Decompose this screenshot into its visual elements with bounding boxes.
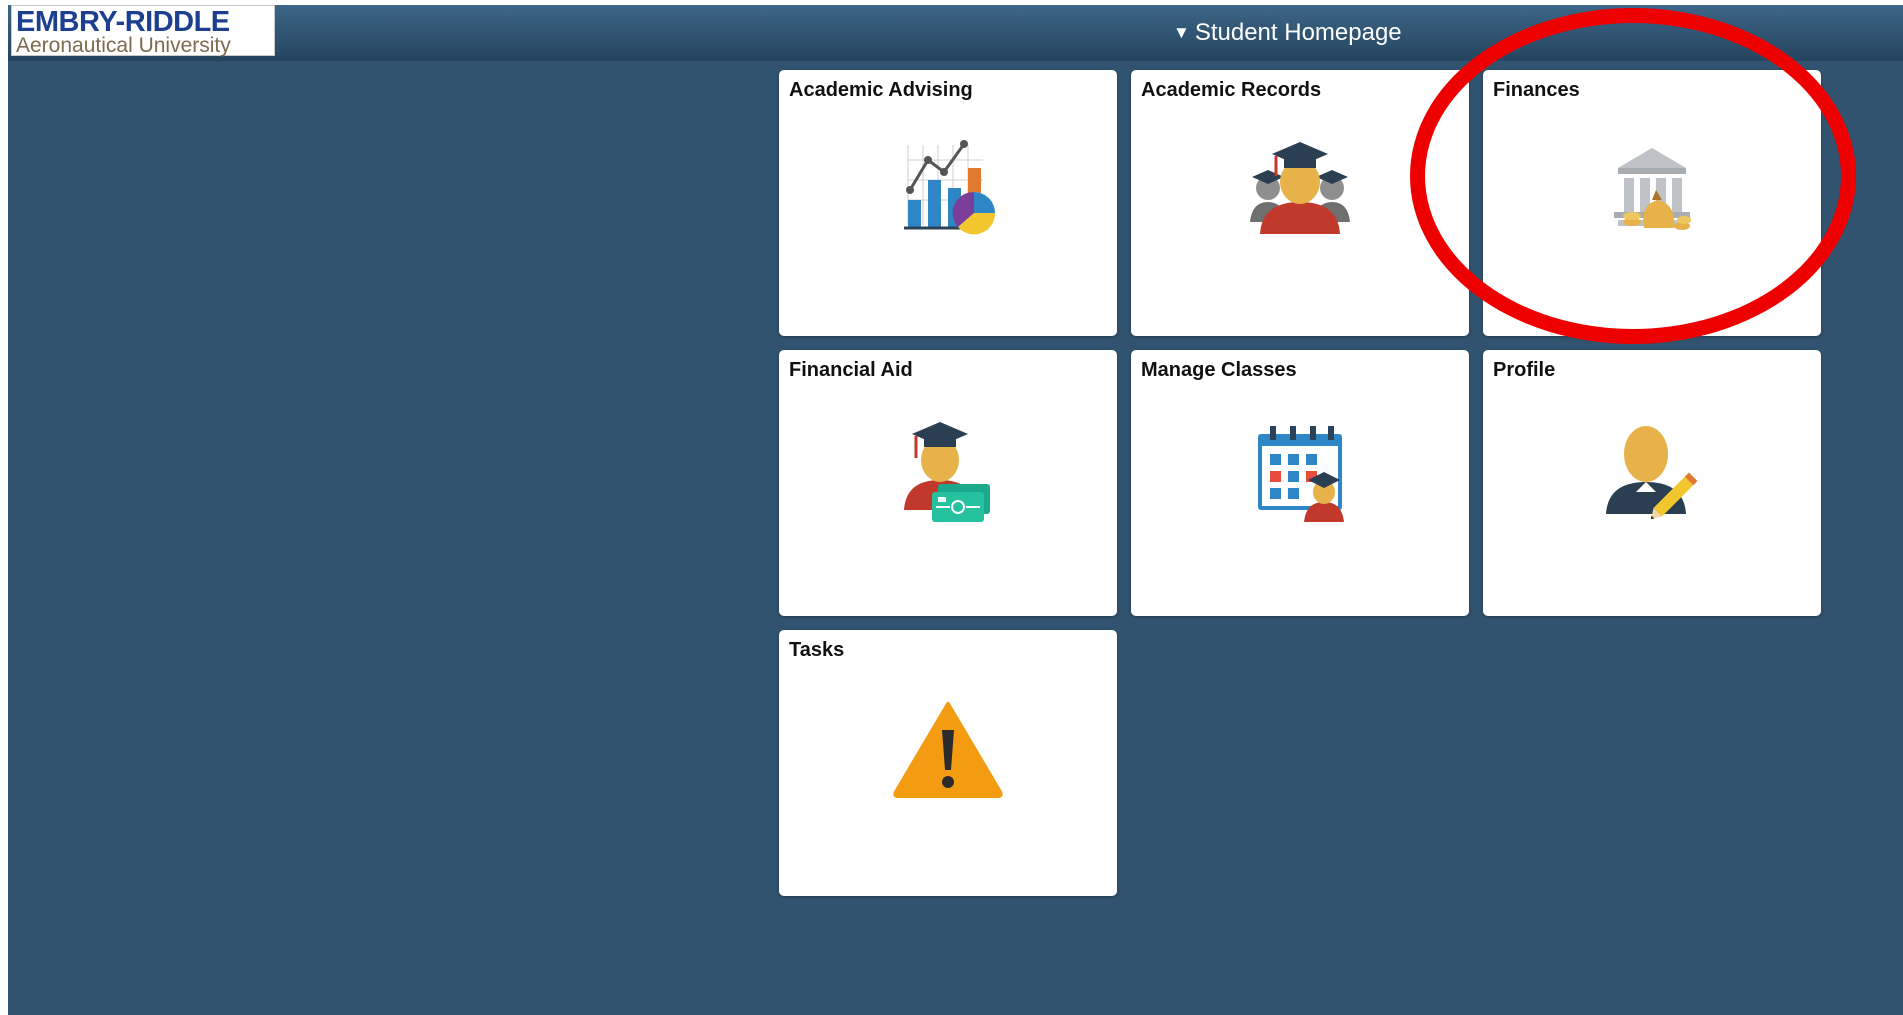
logo-wordmark: EMBRY-RIDDLE (16, 6, 230, 38)
logo-subtitle: Aeronautical University (16, 34, 231, 57)
app-background: EMBRY-RIDDLE Aeronautical University ▼ St… (8, 5, 1903, 1015)
tile-title: Tasks (789, 639, 845, 661)
caret-down-icon: ▼ (1173, 23, 1190, 42)
tile-title: Financial Aid (789, 359, 913, 381)
university-logo[interactable]: EMBRY-RIDDLE Aeronautical University (11, 5, 275, 57)
tile-title: Academic Advising (789, 79, 973, 101)
header-banner: EMBRY-RIDDLE Aeronautical University ▼ St… (8, 5, 1903, 61)
tile-title: Profile (1493, 359, 1556, 381)
finances-icon (1614, 148, 1691, 230)
financial-aid-icon (904, 422, 990, 522)
tile-finances[interactable]: Finances (1483, 70, 1821, 336)
manage-classes-icon (1258, 426, 1344, 522)
tile-academic-records[interactable]: Academic Records (1131, 70, 1469, 336)
tile-title: Finances (1493, 79, 1580, 101)
tile-profile[interactable]: Profile (1483, 350, 1821, 616)
tasks-icon (893, 702, 1003, 798)
tile-financial-aid[interactable]: Financial Aid (779, 350, 1117, 616)
profile-icon (1606, 426, 1698, 520)
tile-manage-classes[interactable]: Manage Classes (1131, 350, 1469, 616)
tile-title: Manage Classes (1141, 359, 1297, 381)
academic-advising-icon (904, 140, 996, 235)
homepage-selector[interactable]: ▼ Student Homepage (1173, 17, 1402, 49)
tile-academic-advising[interactable]: Academic Advising (779, 70, 1117, 336)
tile-tasks[interactable]: Tasks (779, 630, 1117, 896)
academic-records-icon (1250, 142, 1350, 234)
tile-title: Academic Records (1141, 79, 1322, 101)
homepage-selector-label: Student Homepage (1194, 19, 1402, 46)
